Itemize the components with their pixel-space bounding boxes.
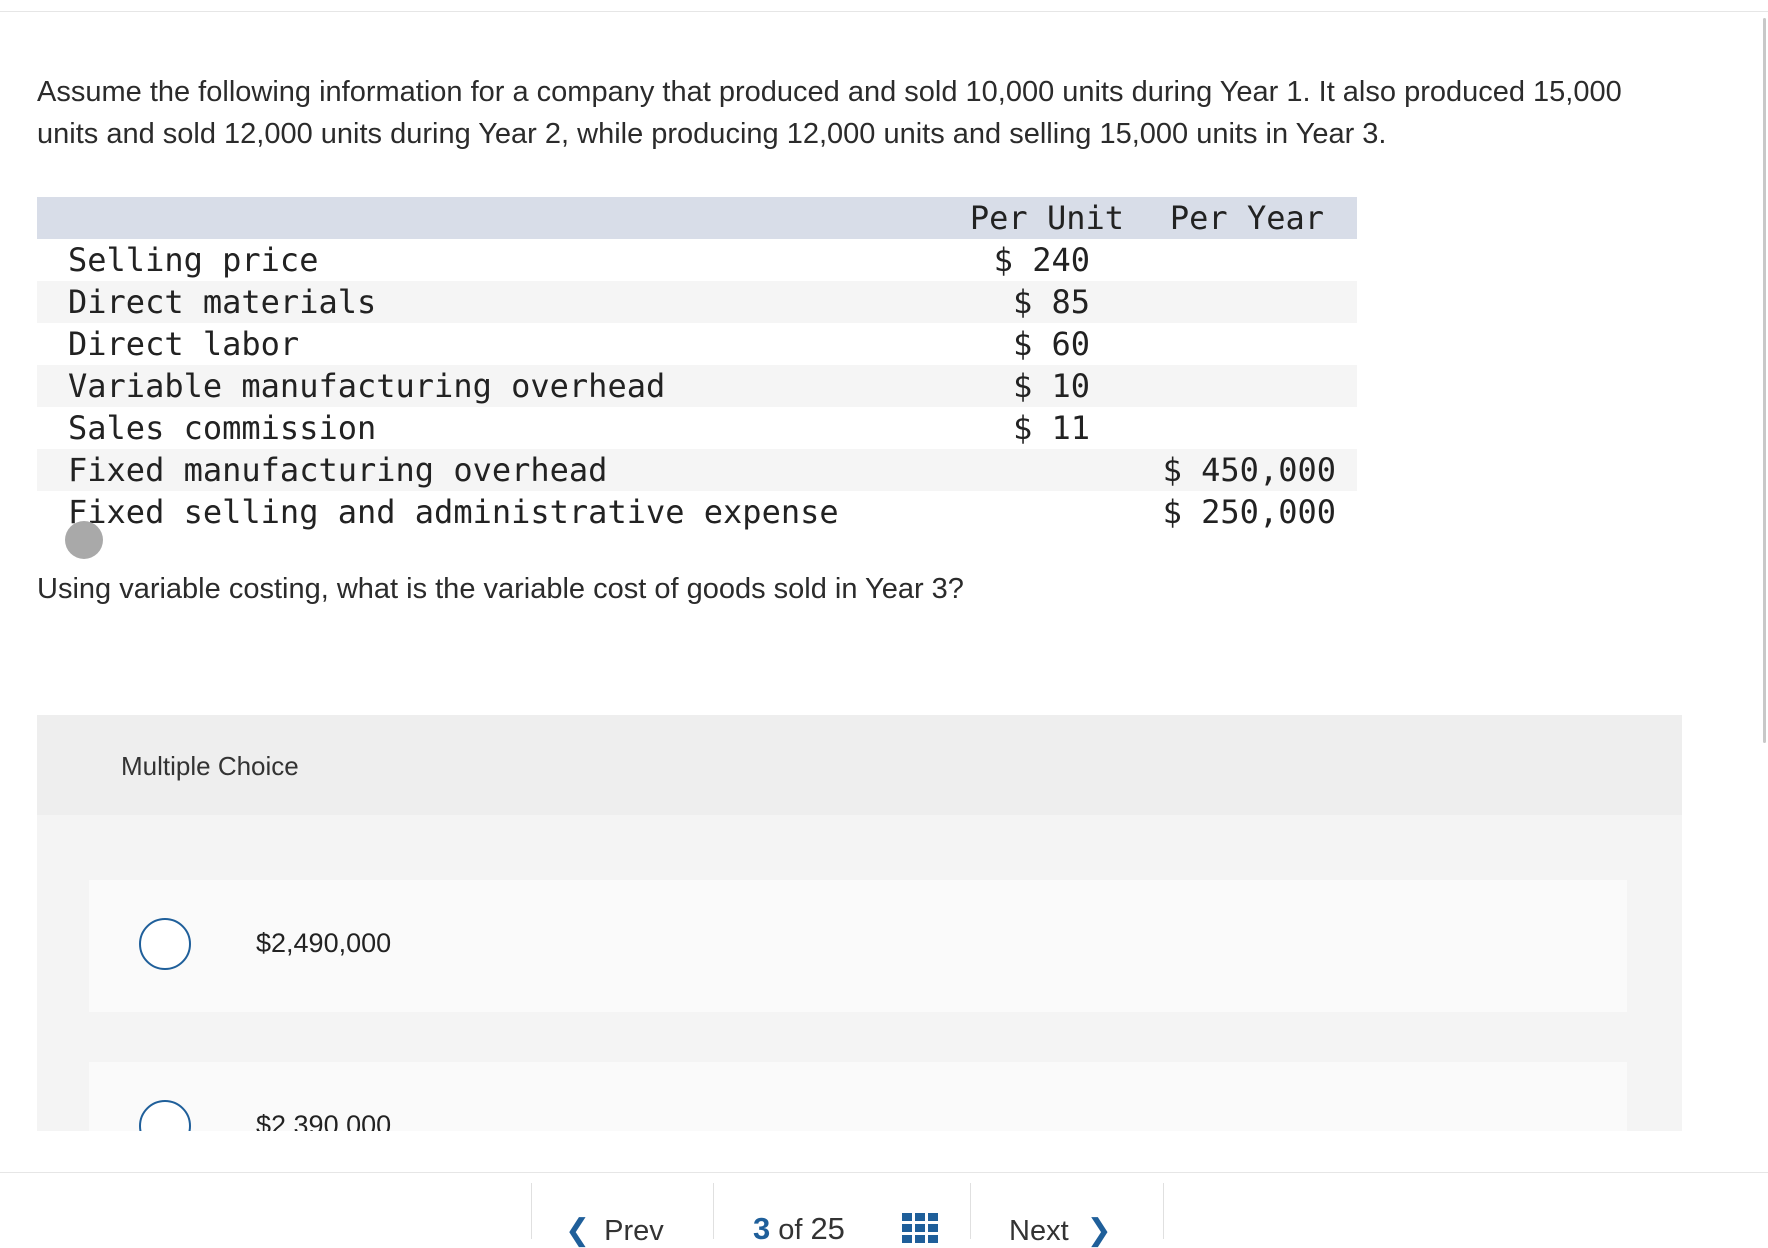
multiple-choice-panel: Multiple Choice $2,490,000 $2,390,000 <box>37 715 1682 1131</box>
row-per-year: $ 450,000 <box>1162 451 1336 489</box>
row-label: Direct materials <box>68 283 377 321</box>
table-row: Direct materials $ 85 <box>37 281 1357 323</box>
table-row: Fixed manufacturing overhead $ 450,000 <box>37 449 1357 491</box>
scrollbar[interactable] <box>1763 18 1766 743</box>
total-pages: 25 <box>810 1211 845 1246</box>
top-divider <box>0 11 1768 12</box>
row-per-year: $ 250,000 <box>1162 493 1336 531</box>
row-per-unit: $ 60 <box>1012 325 1090 363</box>
next-label: Next <box>1009 1215 1069 1247</box>
row-per-unit: $ 10 <box>1012 367 1090 405</box>
table-header-row: Per Unit Per Year <box>37 197 1357 239</box>
current-page: 3 <box>753 1211 771 1246</box>
question-text: Assume the following information for a c… <box>37 76 1622 150</box>
chevron-left-icon: ❮ <box>565 1214 591 1247</box>
pager-divider <box>1163 1183 1164 1239</box>
table-row: Variable manufacturing overhead $ 10 <box>37 365 1357 407</box>
table-row: Selling price $ 240 <box>37 239 1357 281</box>
footer-divider <box>0 1172 1768 1173</box>
question-prompt: Using variable costing, what is the vari… <box>37 573 964 605</box>
multiple-choice-title: Multiple Choice <box>121 751 299 781</box>
pager-divider <box>713 1183 714 1239</box>
page-indicator: 3 of 25 <box>753 1211 845 1247</box>
question-pager: ❮ Prev 3 of 25 Next ❯ <box>531 1183 1164 1247</box>
multiple-choice-header: Multiple Choice <box>37 715 1682 815</box>
chevron-right-icon: ❯ <box>1086 1214 1112 1247</box>
next-button[interactable]: Next ❯ <box>1009 1213 1112 1248</box>
column-header-per-unit: Per Unit <box>969 199 1124 237</box>
row-label: Direct labor <box>68 325 300 363</box>
row-label: Fixed manufacturing overhead <box>68 451 608 489</box>
row-label: Variable manufacturing overhead <box>68 367 666 405</box>
cost-data-table: Per Unit Per Year Selling price $ 240 Di… <box>37 197 1357 533</box>
column-header-per-year: Per Year <box>1169 199 1324 237</box>
row-per-unit: $ 240 <box>993 241 1090 279</box>
prev-button[interactable]: ❮ Prev <box>565 1213 664 1248</box>
drag-handle-icon[interactable] <box>65 521 103 559</box>
option-label: $2,390,000 <box>256 1110 392 1131</box>
row-per-unit: $ 11 <box>1012 409 1090 447</box>
of-label: of <box>778 1214 803 1246</box>
radio-button[interactable] <box>139 1100 191 1131</box>
table-row: Sales commission $ 11 <box>37 407 1357 449</box>
table-row: Direct labor $ 60 <box>37 323 1357 365</box>
prev-label: Prev <box>604 1215 664 1247</box>
option-label: $2,490,000 <box>256 928 392 958</box>
pager-divider <box>970 1183 971 1239</box>
answer-option[interactable]: $2,390,000 <box>89 1062 1627 1131</box>
answer-option[interactable]: $2,490,000 <box>89 880 1627 1012</box>
table-row: Fixed selling and administrative expense… <box>37 491 1357 533</box>
row-label: Sales commission <box>68 409 377 447</box>
radio-button[interactable] <box>139 918 191 970</box>
options-list: $2,490,000 $2,390,000 <box>37 815 1682 1131</box>
row-per-unit: $ 85 <box>1012 283 1090 321</box>
row-label: Selling price <box>68 241 319 279</box>
pager-divider <box>531 1183 532 1239</box>
row-label: Fixed selling and administrative expense <box>68 493 839 531</box>
